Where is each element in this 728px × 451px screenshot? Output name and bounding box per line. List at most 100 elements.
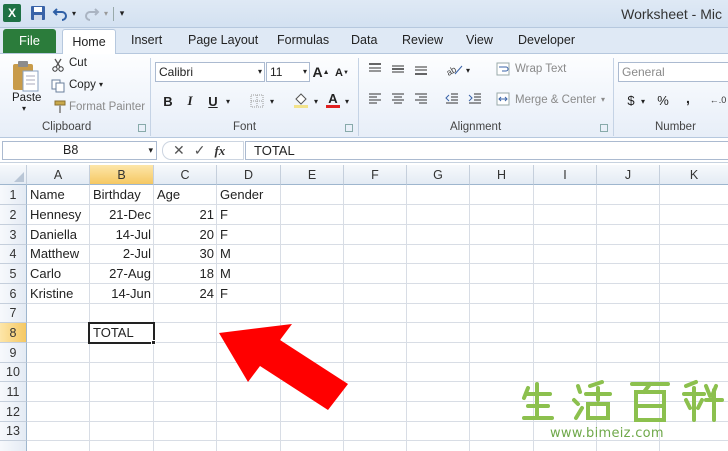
comma-style-button[interactable]: , <box>683 90 693 106</box>
align-middle-icon[interactable] <box>390 62 406 76</box>
insert-function-button[interactable]: fx <box>214 143 225 159</box>
fill-color-icon[interactable] <box>292 90 310 110</box>
merge-center-dropdown-icon[interactable]: ▾ <box>601 95 605 104</box>
font-name-dropdown-icon[interactable]: ▾ <box>258 63 262 81</box>
column-header-a[interactable]: A <box>27 165 90 185</box>
font-color-dropdown-icon[interactable]: ▾ <box>343 94 351 108</box>
cell-a6[interactable]: Kristine <box>27 284 90 304</box>
cell-d4[interactable]: M <box>217 244 281 264</box>
cell-c4[interactable]: 30 <box>154 244 217 264</box>
undo-icon[interactable] <box>52 3 68 23</box>
number-format-combo[interactable]: General <box>618 62 728 82</box>
copy-button[interactable]: Copy <box>69 79 96 91</box>
wrap-text-icon[interactable] <box>496 62 510 76</box>
cell-b2[interactable]: 21-Dec <box>90 205 154 225</box>
cell-d2[interactable]: F <box>217 205 281 225</box>
cell-c3[interactable]: 20 <box>154 225 217 245</box>
enter-icon[interactable]: ✓ <box>194 142 206 159</box>
paste-dropdown-icon[interactable]: ▾ <box>22 104 26 113</box>
row-header-12[interactable]: 12 <box>0 402 27 422</box>
tab-view[interactable]: View <box>466 33 493 47</box>
align-left-icon[interactable] <box>367 92 383 106</box>
column-header-g[interactable]: G <box>407 165 470 185</box>
bold-button[interactable]: B <box>160 92 176 110</box>
format-painter-icon[interactable] <box>52 99 68 115</box>
paste-icon[interactable] <box>10 58 40 94</box>
row-header-13[interactable]: 13 <box>0 422 27 441</box>
cell-a2[interactable]: Hennesy <box>27 205 90 225</box>
column-header-d[interactable]: D <box>217 165 281 185</box>
align-right-icon[interactable] <box>413 92 429 106</box>
tab-formulas[interactable]: Formulas <box>277 33 329 47</box>
font-name-combo[interactable]: Calibri ▾ <box>155 62 265 82</box>
cell-d1[interactable]: Gender <box>217 185 281 205</box>
copy-icon[interactable] <box>50 78 66 94</box>
cell-b1[interactable]: Birthday <box>90 185 154 205</box>
cell-c2[interactable]: 21 <box>154 205 217 225</box>
clipboard-launcher-icon[interactable] <box>138 124 146 132</box>
underline-dropdown-icon[interactable]: ▾ <box>224 94 232 108</box>
cell-c5[interactable]: 18 <box>154 264 217 284</box>
cell-b5[interactable]: 27-Aug <box>90 264 154 284</box>
name-box[interactable]: B8 ▾ <box>2 141 157 160</box>
fill-handle[interactable] <box>151 340 156 345</box>
alignment-launcher-icon[interactable] <box>600 124 608 132</box>
underline-button[interactable]: U <box>205 92 221 110</box>
cell-b3[interactable]: 14-Jul <box>90 225 154 245</box>
increase-decimal-icon[interactable]: ←.0 <box>708 92 728 108</box>
row-header-6[interactable]: 6 <box>0 284 27 304</box>
shrink-font-icon[interactable]: A ▼ <box>334 64 350 82</box>
column-header-f[interactable]: F <box>344 165 407 185</box>
increase-indent-icon[interactable] <box>467 92 483 106</box>
column-header-h[interactable]: H <box>470 165 534 185</box>
percent-button[interactable]: % <box>656 92 670 108</box>
row-header-2[interactable]: 2 <box>0 205 27 225</box>
borders-icon[interactable] <box>248 92 266 110</box>
cell-b4[interactable]: 2-Jul <box>90 244 154 264</box>
tab-data[interactable]: Data <box>351 33 377 47</box>
font-launcher-icon[interactable] <box>345 124 353 132</box>
column-header-b[interactable]: B <box>90 165 154 185</box>
row-header-1[interactable]: 1 <box>0 185 27 205</box>
row-header-10[interactable]: 10 <box>0 363 27 382</box>
column-header-k[interactable]: K <box>660 165 728 185</box>
cell-d3[interactable]: F <box>217 225 281 245</box>
font-color-icon[interactable]: A <box>324 90 342 110</box>
grow-font-icon[interactable]: A ▲ <box>312 63 329 81</box>
row-header-14[interactable] <box>0 441 27 451</box>
row-header-3[interactable]: 3 <box>0 225 27 245</box>
cell-a3[interactable]: Daniella <box>27 225 90 245</box>
align-center-icon[interactable] <box>390 92 406 106</box>
row-header-8[interactable]: 8 <box>0 323 27 343</box>
italic-button[interactable]: I <box>182 92 198 110</box>
cell-c6[interactable]: 24 <box>154 284 217 304</box>
row-header-4[interactable]: 4 <box>0 245 27 264</box>
column-header-i[interactable]: I <box>534 165 597 185</box>
cell-d5[interactable]: M <box>217 264 281 284</box>
currency-dropdown-icon[interactable]: ▾ <box>639 94 647 108</box>
tab-developer[interactable]: Developer <box>518 33 575 47</box>
cell-a5[interactable]: Carlo <box>27 264 90 284</box>
cell-a4[interactable]: Matthew <box>27 244 90 264</box>
select-all-corner[interactable] <box>0 165 27 185</box>
merge-center-icon[interactable] <box>496 92 510 106</box>
cut-button[interactable]: Cut <box>69 57 87 69</box>
name-box-dropdown-icon[interactable]: ▾ <box>148 142 153 159</box>
redo-dropdown-icon[interactable]: ▾ <box>102 3 110 23</box>
font-size-dropdown-icon[interactable]: ▾ <box>303 63 307 81</box>
fill-color-dropdown-icon[interactable]: ▾ <box>312 94 320 108</box>
align-bottom-icon[interactable] <box>413 62 429 76</box>
align-top-icon[interactable] <box>367 62 383 76</box>
save-icon[interactable] <box>29 3 47 23</box>
cell-d6[interactable]: F <box>217 284 281 304</box>
cut-icon[interactable] <box>50 57 66 73</box>
currency-button[interactable]: $ <box>624 92 638 108</box>
cancel-icon[interactable]: ✕ <box>173 142 185 159</box>
column-header-e[interactable]: E <box>281 165 344 185</box>
row-header-11[interactable]: 11 <box>0 382 27 402</box>
orientation-icon[interactable]: ab <box>444 61 464 77</box>
wrap-text-button[interactable]: Wrap Text <box>515 63 566 75</box>
cell-b6[interactable]: 14-Jun <box>90 284 154 304</box>
tab-insert[interactable]: Insert <box>131 33 162 47</box>
row-header-9[interactable]: 9 <box>0 343 27 363</box>
